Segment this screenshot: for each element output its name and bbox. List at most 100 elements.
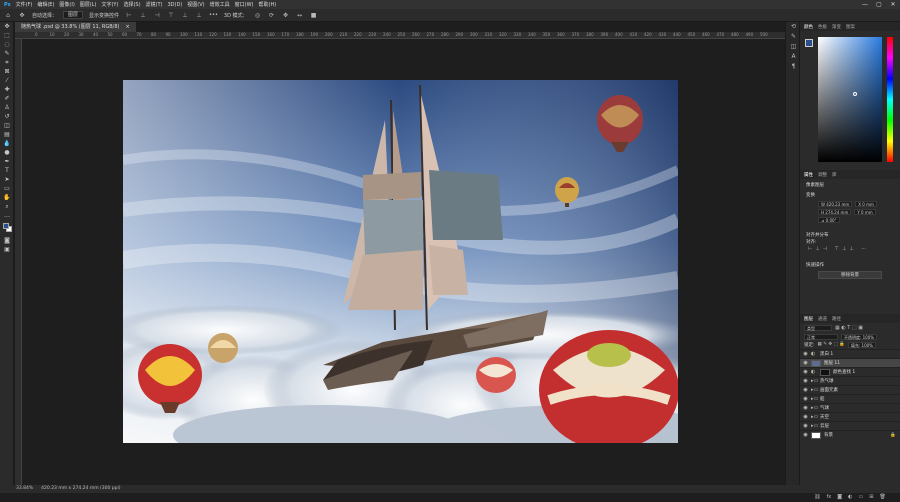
align-section-title[interactable]: 对齐并分布 <box>800 232 900 239</box>
pan-icon[interactable]: ✥ <box>282 12 290 19</box>
fx-icon[interactable]: fx <box>827 494 832 502</box>
pen-tool-icon[interactable]: ✒ <box>0 157 14 166</box>
navigator-icon[interactable]: ◫ <box>786 42 801 52</box>
tab-gradients[interactable]: 渐变 <box>832 24 841 30</box>
eraser-tool-icon[interactable]: ◫ <box>0 121 14 130</box>
adjustment-icon[interactable]: ◐ <box>848 494 852 502</box>
clone-stamp-icon[interactable]: ♙ <box>0 103 14 112</box>
menu-edit[interactable]: 编辑(E) <box>37 1 54 8</box>
color-picker-cursor[interactable] <box>853 92 857 96</box>
visibility-eye-icon[interactable]: ◉ <box>803 351 808 357</box>
blend-mode-dropdown[interactable]: 正常 <box>804 334 838 340</box>
menu-type[interactable]: 文字(Y) <box>101 1 118 8</box>
visibility-eye-icon[interactable]: ◉ <box>803 432 808 438</box>
transform-section-title[interactable]: 变换 <box>800 192 900 199</box>
healing-brush-icon[interactable]: ✚ <box>0 85 14 94</box>
auto-select-label[interactable]: 自动选择： <box>32 12 57 19</box>
group-icon[interactable]: ▭ <box>859 494 864 502</box>
visibility-eye-icon[interactable]: ◉ <box>803 405 808 411</box>
document-dimensions[interactable]: 420.23 mm x 274.24 mm (300 ppi) <box>41 485 120 493</box>
vertical-ruler[interactable] <box>15 39 22 485</box>
visibility-eye-icon[interactable]: ◉ <box>803 414 808 420</box>
quick-select-tool-icon[interactable]: ✎ <box>0 49 14 58</box>
visibility-eye-icon[interactable]: ◉ <box>803 387 808 393</box>
layer-row[interactable]: ◉ ▸▭ 画面元素 <box>800 385 900 394</box>
slide-icon[interactable]: ↔ <box>296 12 304 19</box>
color-picker-field[interactable] <box>818 37 882 162</box>
tab-patterns[interactable]: 图案 <box>846 24 855 30</box>
tab-adjustments[interactable]: 调整 <box>818 172 827 178</box>
align-right-icon[interactable]: ⊣ <box>153 12 161 19</box>
layer-row[interactable]: ◉ ▸▭ 天空 <box>800 412 900 421</box>
foreground-color-swatch[interactable] <box>3 223 9 229</box>
minimize-icon[interactable]: — <box>858 0 872 9</box>
tab-properties[interactable]: 属性 <box>804 172 813 178</box>
type-tool-icon[interactable]: T <box>0 166 14 175</box>
orbit-icon[interactable]: ◎ <box>254 12 262 19</box>
menu-window[interactable]: 窗口(W) <box>235 1 254 8</box>
move-tool-icon[interactable]: ✥ <box>0 22 14 31</box>
layer-row[interactable]: ◉ ▸▭ 船 <box>800 394 900 403</box>
mask-icon[interactable]: ◙ <box>837 494 842 502</box>
close-icon[interactable]: ✕ <box>886 0 900 9</box>
layer-row[interactable]: ◉ ▸▭ 云层 <box>800 421 900 430</box>
tab-libraries[interactable]: 库 <box>832 172 837 178</box>
history-brush-icon[interactable]: ↺ <box>0 112 14 121</box>
menu-help[interactable]: 帮助(H) <box>259 1 277 8</box>
align-center-icon[interactable]: ⊥ <box>139 12 147 19</box>
layer-row[interactable]: ◉ ▸▭ 热气球 <box>800 376 900 385</box>
menu-view[interactable]: 视图(V) <box>187 1 204 8</box>
character-icon[interactable]: A <box>786 52 801 62</box>
menu-select[interactable]: 选择(S) <box>123 1 140 8</box>
align-bottom-icon[interactable]: ⊥ <box>195 12 203 19</box>
paragraph-icon[interactable]: ¶ <box>786 62 801 72</box>
menu-layer[interactable]: 图层(L) <box>80 1 97 8</box>
menu-image[interactable]: 图像(I) <box>59 1 74 8</box>
frame-tool-icon[interactable]: ⊠ <box>0 67 14 76</box>
tab-channels[interactable]: 通道 <box>818 316 827 322</box>
menu-filter[interactable]: 滤镜(T) <box>146 1 163 8</box>
hue-slider[interactable] <box>887 37 893 162</box>
remove-background-button[interactable]: 移除背景 <box>818 271 882 279</box>
eyedropper-tool-icon[interactable]: ⁄ <box>0 76 14 85</box>
layer-row[interactable]: ◉ 背景 🔒 <box>800 430 900 439</box>
tab-color[interactable]: 颜色 <box>804 24 813 30</box>
align-buttons[interactable]: ⊢⊥⊣ ⊤⊥⊥ ⋯ <box>800 246 900 252</box>
layer-row[interactable]: ◉ ◐ 黑白 1 <box>800 349 900 358</box>
angle-field[interactable]: ⊿ 0.00° <box>818 217 840 223</box>
x-field[interactable]: X 0 mm <box>855 201 877 207</box>
trash-icon[interactable]: 🗑 <box>879 494 885 502</box>
brush-tool-icon[interactable]: ✐ <box>0 94 14 103</box>
scale-icon[interactable]: ■ <box>310 12 318 19</box>
hand-tool-icon[interactable]: ✋ <box>0 193 14 202</box>
photoshop-logo[interactable]: Ps <box>4 2 11 8</box>
zoom-level[interactable]: 33.84% <box>16 485 33 493</box>
visibility-eye-icon[interactable]: ◉ <box>803 369 808 375</box>
height-field[interactable]: H 274.24 mm <box>818 209 852 215</box>
lock-icons[interactable]: ▦ ✎ ✥ ⬚ 🔒 <box>818 342 845 348</box>
foreground-color-chip[interactable] <box>805 39 813 47</box>
marquee-tool-icon[interactable]: ⬚ <box>0 31 14 40</box>
history-icon[interactable]: ⟲ <box>786 22 801 32</box>
link-icon[interactable]: ⛓ <box>814 494 820 502</box>
lasso-tool-icon[interactable]: ◌ <box>0 40 14 49</box>
roll-icon[interactable]: ⟳ <box>268 12 276 19</box>
tab-paths[interactable]: 路径 <box>832 316 841 322</box>
layer-row[interactable]: ◉ ◐ 颜色查找 1 <box>800 367 900 376</box>
blur-tool-icon[interactable]: 💧 <box>0 139 14 148</box>
tab-layers[interactable]: 图层 <box>804 316 813 322</box>
path-select-icon[interactable]: ➤ <box>0 175 14 184</box>
crop-tool-icon[interactable]: ⌗ <box>0 58 14 67</box>
more-options-button[interactable]: ••• <box>209 12 218 18</box>
menu-3d[interactable]: 3D(D) <box>168 2 183 8</box>
layer-row[interactable]: ◉ 图层 11 <box>800 358 900 367</box>
tab-swatches[interactable]: 色板 <box>818 24 827 30</box>
move-tool-icon[interactable]: ✥ <box>18 12 26 19</box>
opacity-field[interactable]: 不透明度: 100% <box>841 334 878 340</box>
close-tab-icon[interactable]: × <box>125 22 129 32</box>
layer-filter-icons[interactable]: ▦ ◐ T ⬚ ▣ <box>835 325 863 331</box>
visibility-eye-icon[interactable]: ◉ <box>803 378 808 384</box>
align-left-icon[interactable]: ⊢ <box>125 12 133 19</box>
auto-select-dropdown[interactable]: 图层 <box>63 11 84 19</box>
visibility-eye-icon[interactable]: ◉ <box>803 396 808 402</box>
